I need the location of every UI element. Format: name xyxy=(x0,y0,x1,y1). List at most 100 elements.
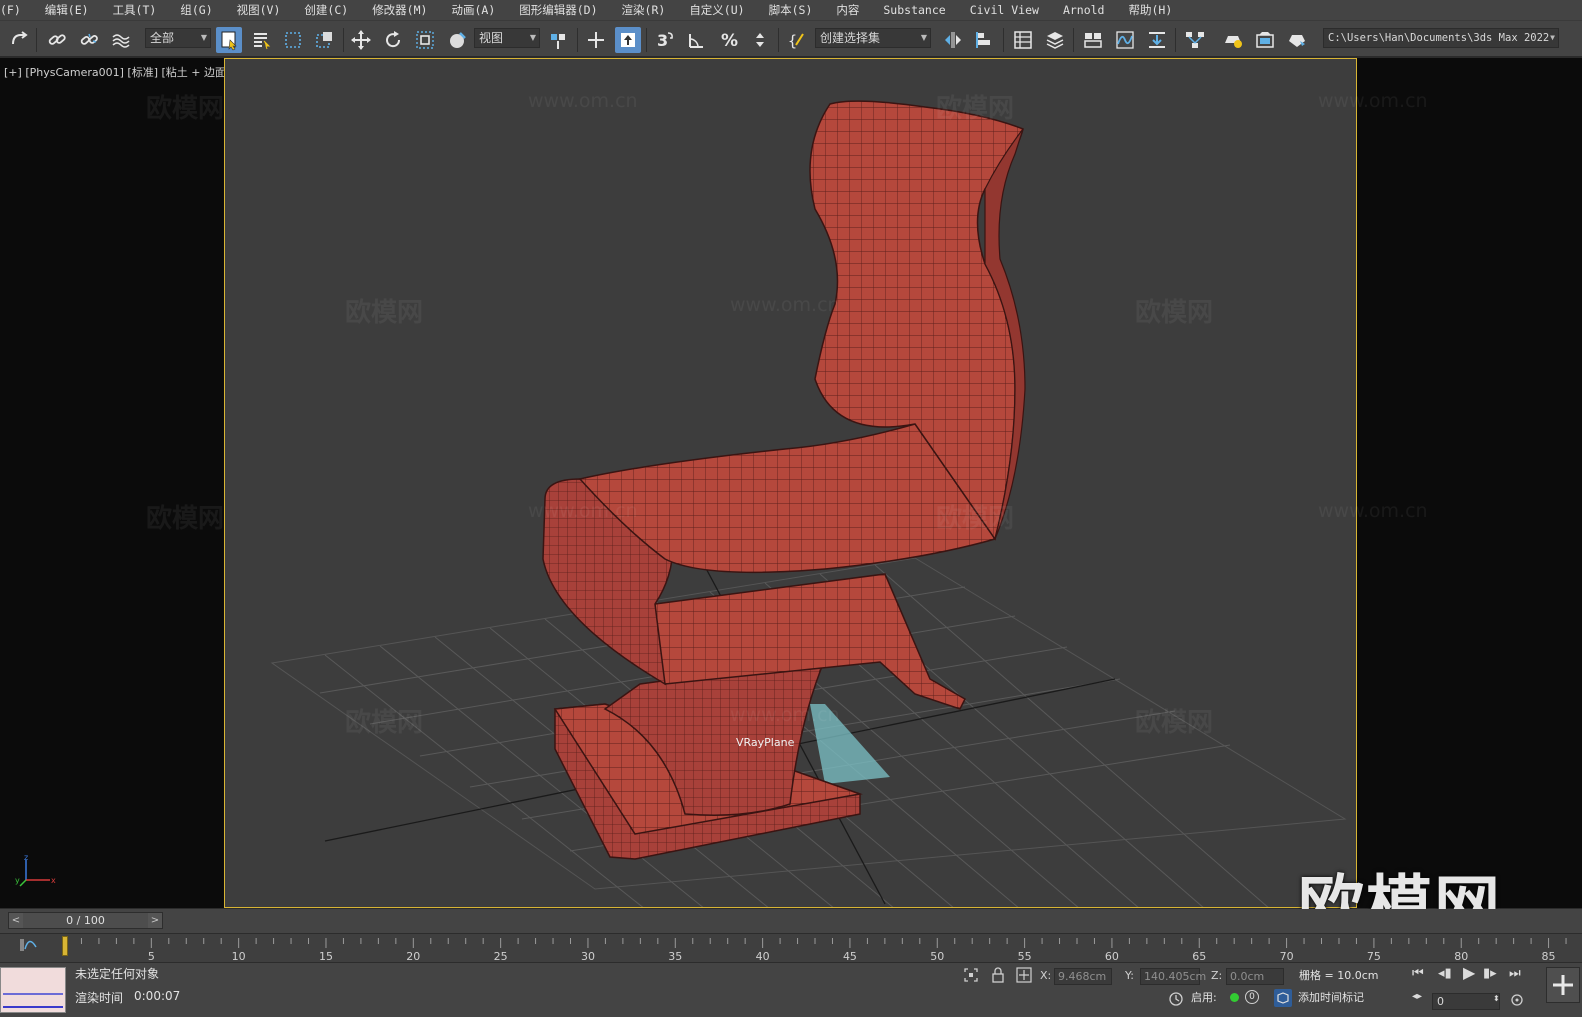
svg-text:{: { xyxy=(788,32,797,50)
svg-text:x: x xyxy=(51,876,56,885)
go-to-start-icon[interactable]: ⏮ xyxy=(1412,966,1424,981)
link-icon[interactable] xyxy=(44,27,70,53)
render-time-label: 渲染时间 xyxy=(75,991,124,1005)
key-mode-toggle-icon[interactable]: ◂▸ xyxy=(1412,991,1422,1002)
next-frame-arrow-icon[interactable]: > xyxy=(148,913,162,928)
menu-customize[interactable]: 自定义(U) xyxy=(681,2,752,18)
menu-scripting[interactable]: 脚本(S) xyxy=(761,2,821,18)
edit-named-selection-icon[interactable]: { xyxy=(784,27,810,53)
rectangular-selection-icon[interactable] xyxy=(280,27,306,53)
camera-viewport[interactable]: VRayPlane xyxy=(224,58,1357,908)
viewport-label: [+] [PhysCamera001] [标准] [粘土 + 边面] xyxy=(4,64,230,80)
add-time-tag[interactable]: 添加时间标记 xyxy=(1298,989,1364,1005)
project-folder-dropdown[interactable]: C:\Users\Han\Documents\3ds Max 2022 ▼ xyxy=(1323,28,1559,48)
vray-plane-object[interactable] xyxy=(810,704,890,784)
percent-snap-icon[interactable]: % xyxy=(716,27,742,53)
maxscript-listener[interactable] xyxy=(0,967,66,1013)
time-slider[interactable]: < 0 / 100 > xyxy=(8,912,163,929)
select-object-icon[interactable] xyxy=(216,27,242,53)
z-coord-label: Z: xyxy=(1211,969,1223,982)
unlink-icon[interactable] xyxy=(76,27,102,53)
pivot-center-icon[interactable] xyxy=(546,27,572,53)
menu-modifiers[interactable]: 修改器(M) xyxy=(364,2,435,18)
y-coord-field[interactable]: 140.405cm xyxy=(1140,968,1206,985)
track-tick-label: 75 xyxy=(1366,950,1381,963)
scale-icon[interactable] xyxy=(412,27,438,53)
grid-spacing: 栅格 = 10.0cm xyxy=(1299,969,1379,982)
mirror-icon[interactable] xyxy=(940,27,966,53)
render-production-icon[interactable] xyxy=(1284,27,1310,53)
previous-frame-arrow-icon[interactable]: < xyxy=(9,913,23,928)
menu-help[interactable]: 帮助(H) xyxy=(1120,2,1180,18)
angle-snap-icon[interactable] xyxy=(684,27,710,53)
align-icon[interactable] xyxy=(972,27,998,53)
redo-icon[interactable] xyxy=(6,27,32,53)
curve-editor-icon[interactable] xyxy=(1112,27,1138,53)
move-icon[interactable] xyxy=(348,27,374,53)
scene-explorer-icon[interactable] xyxy=(1010,27,1036,53)
keyboard-shortcut-override-icon[interactable] xyxy=(615,27,641,53)
isolate-selection-icon[interactable] xyxy=(963,967,979,983)
go-to-end-icon[interactable]: ⏭ xyxy=(1509,966,1521,981)
viewport-menu-plus[interactable]: [+] xyxy=(4,66,22,79)
play-icon[interactable]: ▶ xyxy=(1463,963,1475,982)
menu-file[interactable]: (F) xyxy=(0,3,29,17)
window-crossing-icon[interactable] xyxy=(312,27,338,53)
bind-spacewarp-icon[interactable] xyxy=(108,27,134,53)
layer-explorer-icon[interactable] xyxy=(1042,27,1068,53)
menu-create[interactable]: 创建(C) xyxy=(296,2,356,18)
render-setup-icon[interactable] xyxy=(1220,27,1246,53)
select-manipulate-icon[interactable] xyxy=(583,27,609,53)
select-by-name-icon[interactable] xyxy=(248,27,274,53)
viewport-shading-standard[interactable]: [标准] xyxy=(127,66,158,79)
track-tick-label: 30 xyxy=(580,950,595,963)
dope-sheet-icon[interactable] xyxy=(1144,27,1170,53)
previous-frame-icon[interactable]: ◂▮ xyxy=(1438,966,1452,981)
track-tick-label: 85 xyxy=(1541,950,1556,963)
y-coord-label: Y: xyxy=(1125,969,1134,982)
adaptive-degradation-icon[interactable] xyxy=(1168,991,1184,1007)
named-selection-dropdown[interactable]: 创建选择集 ▼ xyxy=(815,28,931,48)
time-tag-icon[interactable] xyxy=(1274,989,1292,1007)
absolute-mode-icon[interactable] xyxy=(1016,967,1032,983)
frame-counter[interactable]: 0 / 100 xyxy=(23,913,148,928)
frame-spinner-icon[interactable]: ⬍ xyxy=(1493,994,1500,1003)
menu-graph-editors[interactable]: 图形编辑器(D) xyxy=(511,2,605,18)
menu-edit[interactable]: 编辑(E) xyxy=(37,2,97,18)
z-coord-field[interactable]: 0.0cm xyxy=(1226,968,1284,985)
snaps-toggle-icon[interactable]: 3 xyxy=(652,27,678,53)
menu-group[interactable]: 组(G) xyxy=(172,2,220,18)
menu-views[interactable]: 视图(V) xyxy=(229,2,289,18)
place-icon[interactable] xyxy=(444,27,470,53)
mini-curve-editor-icon[interactable] xyxy=(20,938,38,952)
menu-civil-view[interactable]: Civil View xyxy=(962,3,1047,17)
menu-substance[interactable]: Substance xyxy=(875,3,953,17)
menu-content[interactable]: 内容 xyxy=(828,2,867,18)
rotate-icon[interactable] xyxy=(380,27,406,53)
menu-animation[interactable]: 动画(A) xyxy=(443,2,503,18)
set-key-button[interactable] xyxy=(1546,967,1580,1003)
reference-coordinate-dropdown[interactable]: 视图 ▼ xyxy=(474,28,540,48)
3ds-max-window: (F) 编辑(E) 工具(T) 组(G) 视图(V) 创建(C) 修改器(M) … xyxy=(0,0,1582,1017)
current-frame-marker[interactable] xyxy=(62,936,68,956)
selection-filter-dropdown[interactable]: 全部 ▼ xyxy=(145,28,211,48)
plus-icon xyxy=(1553,975,1573,995)
next-frame-icon[interactable]: ▮▸ xyxy=(1483,966,1497,981)
x-coord-field[interactable]: 9.468cm xyxy=(1054,968,1112,985)
schematic-view-icon[interactable] xyxy=(1182,27,1208,53)
time-config-icon[interactable] xyxy=(1510,993,1524,1007)
track-bar[interactable]: 5 10 15 20 25 30 35 40 45 50 55 60 65 70 75 80 85 xyxy=(62,934,1582,964)
selection-lock-icon[interactable] xyxy=(990,967,1006,983)
menu-tools[interactable]: 工具(T) xyxy=(105,2,165,18)
spinner-snap-icon[interactable] xyxy=(748,27,774,53)
current-frame-field[interactable]: 0 xyxy=(1432,993,1500,1010)
track-tick-label: 55 xyxy=(1017,950,1032,963)
viewport-shading-mode[interactable]: [粘土 + 边面] xyxy=(162,66,231,79)
toggle-ribbon-icon[interactable] xyxy=(1080,27,1106,53)
rendered-frame-window-icon[interactable] xyxy=(1252,27,1278,53)
x-coord-label: X: xyxy=(1040,969,1052,982)
vray-plane-label: VRayPlane xyxy=(736,736,795,749)
viewport-camera-label[interactable]: [PhysCamera001] xyxy=(25,66,124,79)
menu-rendering[interactable]: 渲染(R) xyxy=(614,2,674,18)
menu-arnold[interactable]: Arnold xyxy=(1055,3,1113,17)
